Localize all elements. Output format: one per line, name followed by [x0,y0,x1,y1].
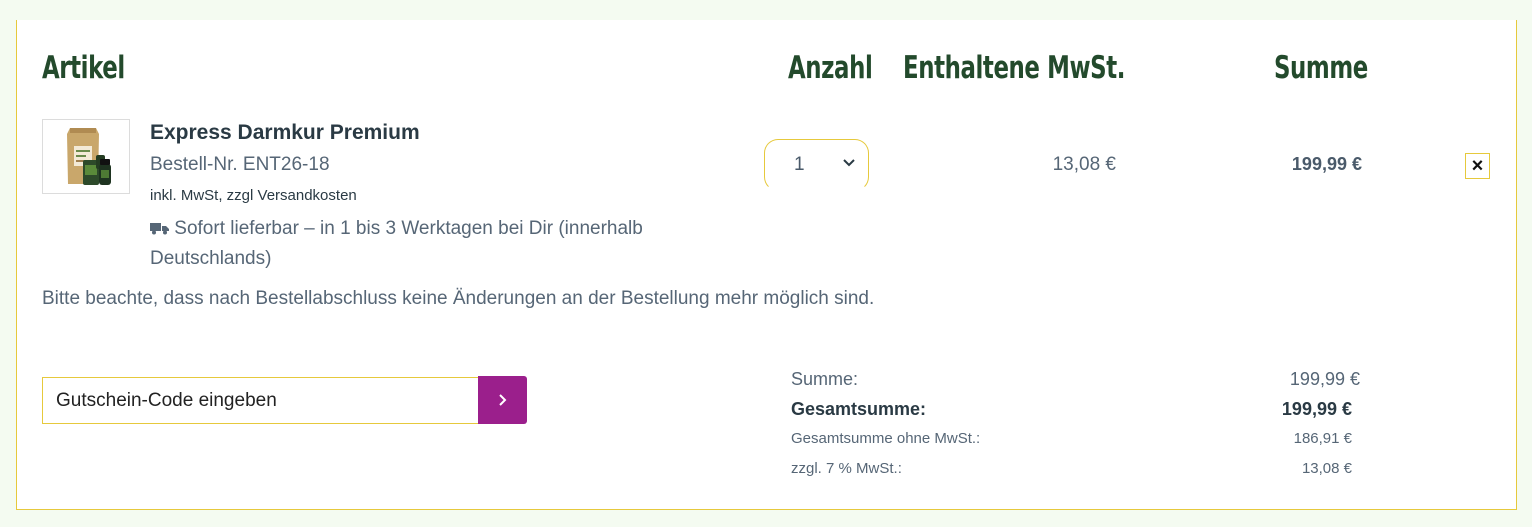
chevron-right-icon [498,394,506,406]
close-icon: × [1471,155,1484,177]
line-sum: 199,99 € [1291,154,1362,174]
product-package-icon [67,128,111,185]
coupon-code-input[interactable] [42,377,479,424]
chevron-down-icon [843,159,855,167]
net-total-label: Gesamtsumme ohne MwSt.: [791,430,981,447]
truck-icon [150,223,169,235]
line-tax: 13,08 € [1052,154,1116,175]
vat-label: zzgl. 7 % MwSt.: [791,460,902,477]
subtotal-value: 199,99 € [1289,369,1360,389]
product-name[interactable]: Express Darmkur Premium [150,121,420,145]
remove-item-button[interactable]: × [1465,153,1490,179]
subtotal-label: Summe: [791,369,859,389]
product-image[interactable] [42,119,130,194]
column-header-quantity: Anzahl [788,50,873,86]
quantity-select[interactable]: 1 [764,139,869,191]
quantity-value: 1 [794,154,805,175]
order-notice: Bitte beachte, dass nach Bestellabschlus… [42,288,875,309]
column-header-sum: Summe [1274,50,1368,86]
divider [22,509,1508,510]
coupon-submit-button[interactable] [478,376,527,424]
net-total-value: 186,91 € [1293,430,1352,447]
column-header-article: Artikel [42,50,125,86]
vat-value: 13,08 € [1301,460,1352,477]
product-tax-note: inkl. MwSt, zzgl Versandkosten [150,187,357,204]
column-header-tax: Enthaltene MwSt. [903,50,1126,86]
grand-total-label: Gesamtsumme: [791,399,927,419]
product-sku: Bestell-Nr. ENT26-18 [150,154,330,175]
delivery-text: Sofort lieferbar – in 1 bis 3 Werktagen … [150,218,643,269]
delivery-info: Sofort lieferbar – in 1 bis 3 Werktagen … [150,214,670,274]
grand-total-value: 199,99 € [1281,399,1352,419]
